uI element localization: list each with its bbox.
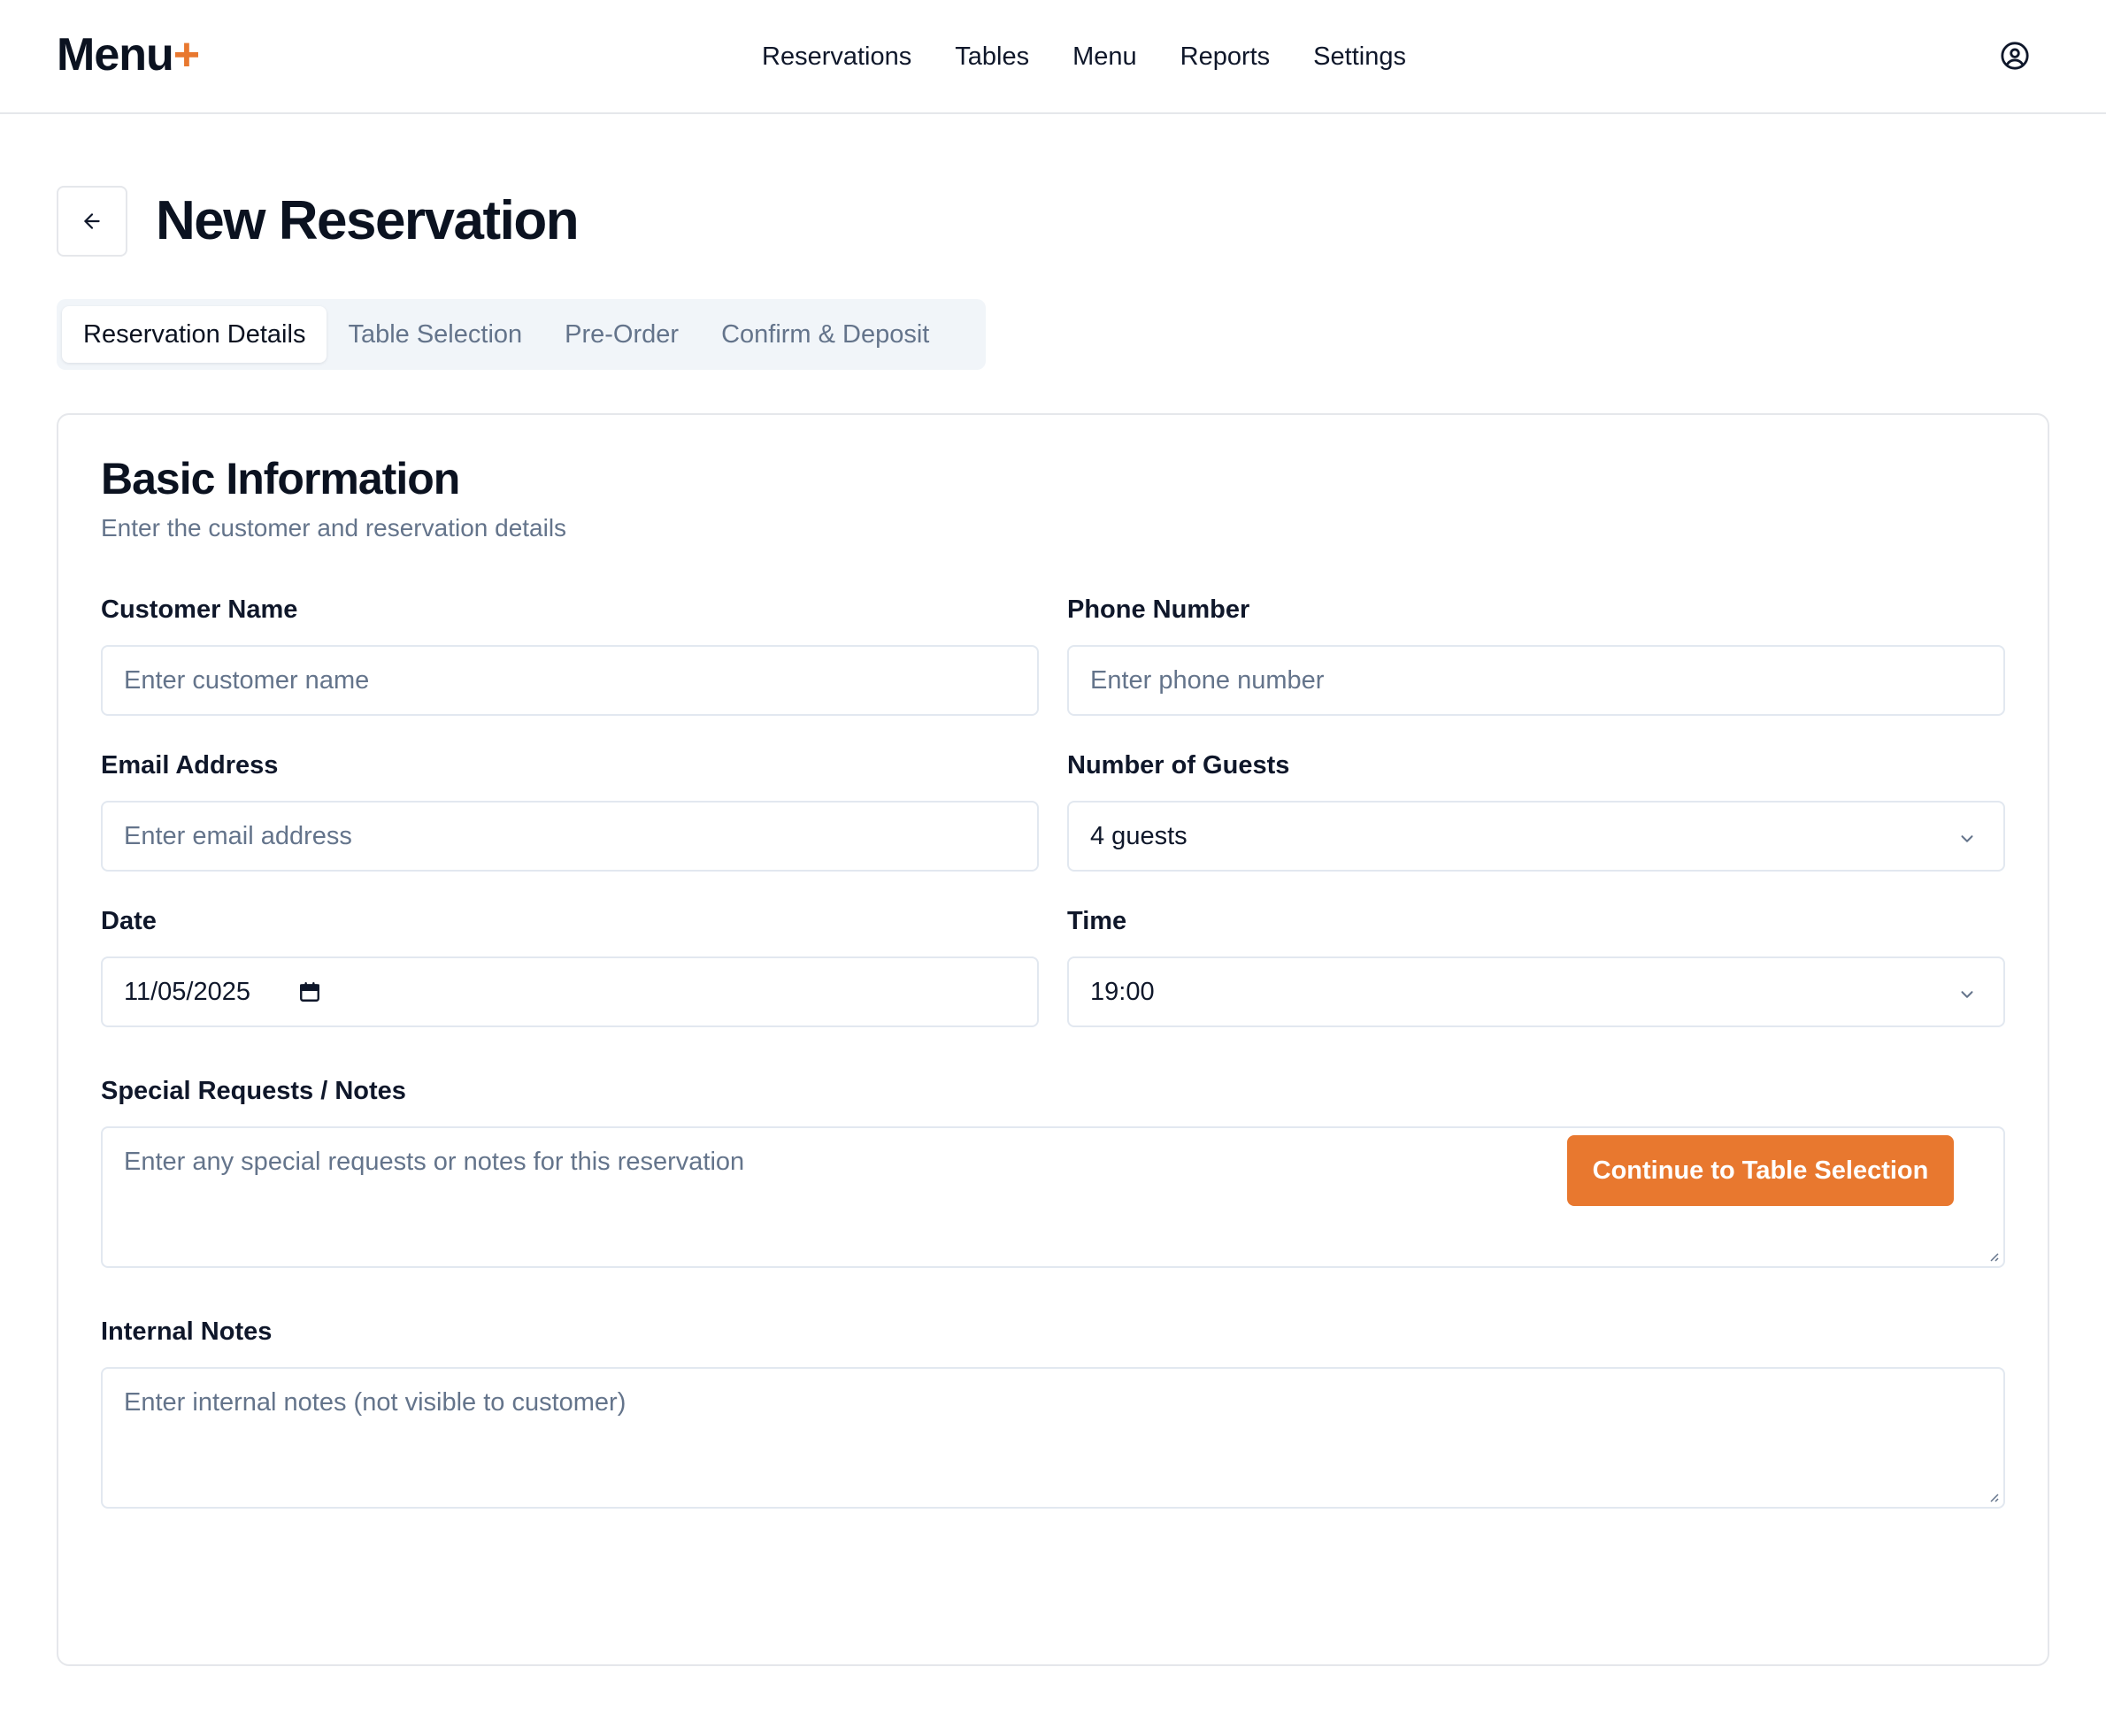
guests-label: Number of Guests (1067, 751, 1290, 780)
time-label: Time (1067, 907, 1127, 935)
tab-pre-order[interactable]: Pre-Order (543, 306, 700, 363)
phone-number-input[interactable]: Enter phone number (1067, 645, 2005, 716)
customer-name-input[interactable]: Enter customer name (101, 645, 1039, 716)
top-navbar: Menu+ Reservations Tables Menu Reports S… (0, 0, 2106, 114)
customer-name-placeholder: Enter customer name (124, 665, 370, 695)
date-input[interactable]: 11/05/2025 (101, 956, 1039, 1027)
nav-tables[interactable]: Tables (955, 37, 1029, 76)
date-value: 11/05/2025 (124, 977, 250, 1006)
app-logo[interactable]: Menu+ (57, 27, 200, 83)
page-title: New Reservation (156, 190, 580, 251)
time-value: 19:00 (1090, 977, 1155, 1006)
nav-menu[interactable]: Menu (1072, 37, 1137, 76)
resize-grip-icon[interactable] (1986, 1248, 2000, 1263)
logo-text: Menu (57, 29, 174, 81)
nav-settings[interactable]: Settings (1313, 37, 1406, 76)
user-circle-icon[interactable] (2000, 41, 2030, 71)
continue-to-table-selection-button[interactable]: Continue to Table Selection (1567, 1135, 1954, 1206)
tab-table-selection[interactable]: Table Selection (327, 306, 543, 363)
basic-information-card: Basic Information Enter the customer and… (57, 413, 2049, 1666)
main-nav: Reservations Tables Menu Reports Setting… (762, 37, 1406, 76)
back-button[interactable] (57, 186, 127, 257)
internal-notes-label: Internal Notes (101, 1317, 273, 1346)
date-label: Date (101, 907, 157, 935)
card-subtitle: Enter the customer and reservation detai… (101, 514, 567, 542)
phone-number-label: Phone Number (1067, 595, 1250, 624)
calendar-icon[interactable] (298, 980, 321, 1003)
chevron-down-icon (1961, 835, 1973, 842)
logo-plus: + (173, 29, 200, 81)
step-tabs: Reservation Details Table Selection Pre-… (57, 299, 986, 370)
nav-reports[interactable]: Reports (1180, 37, 1271, 76)
phone-number-placeholder: Enter phone number (1090, 665, 1325, 695)
customer-name-label: Customer Name (101, 595, 298, 624)
special-requests-placeholder: Enter any special requests or notes for … (124, 1148, 745, 1176)
email-address-label: Email Address (101, 751, 279, 780)
internal-notes-placeholder: Enter internal notes (not visible to cus… (124, 1388, 626, 1417)
chevron-down-icon (1961, 991, 1973, 998)
guests-value: 4 guests (1090, 821, 1188, 850)
nav-reservations[interactable]: Reservations (762, 37, 911, 76)
email-address-input[interactable]: Enter email address (101, 801, 1039, 872)
guests-select[interactable]: 4 guests (1067, 801, 2005, 872)
internal-notes-textarea[interactable]: Enter internal notes (not visible to cus… (101, 1367, 2005, 1509)
card-title: Basic Information (101, 454, 460, 503)
special-requests-label: Special Requests / Notes (101, 1077, 406, 1105)
arrow-left-icon (84, 213, 100, 229)
tab-reservation-details[interactable]: Reservation Details (62, 306, 327, 363)
tab-confirm-deposit[interactable]: Confirm & Deposit (700, 306, 950, 363)
time-select[interactable]: 19:00 (1067, 956, 2005, 1027)
resize-grip-icon[interactable] (1986, 1489, 2000, 1503)
email-address-placeholder: Enter email address (124, 821, 352, 850)
